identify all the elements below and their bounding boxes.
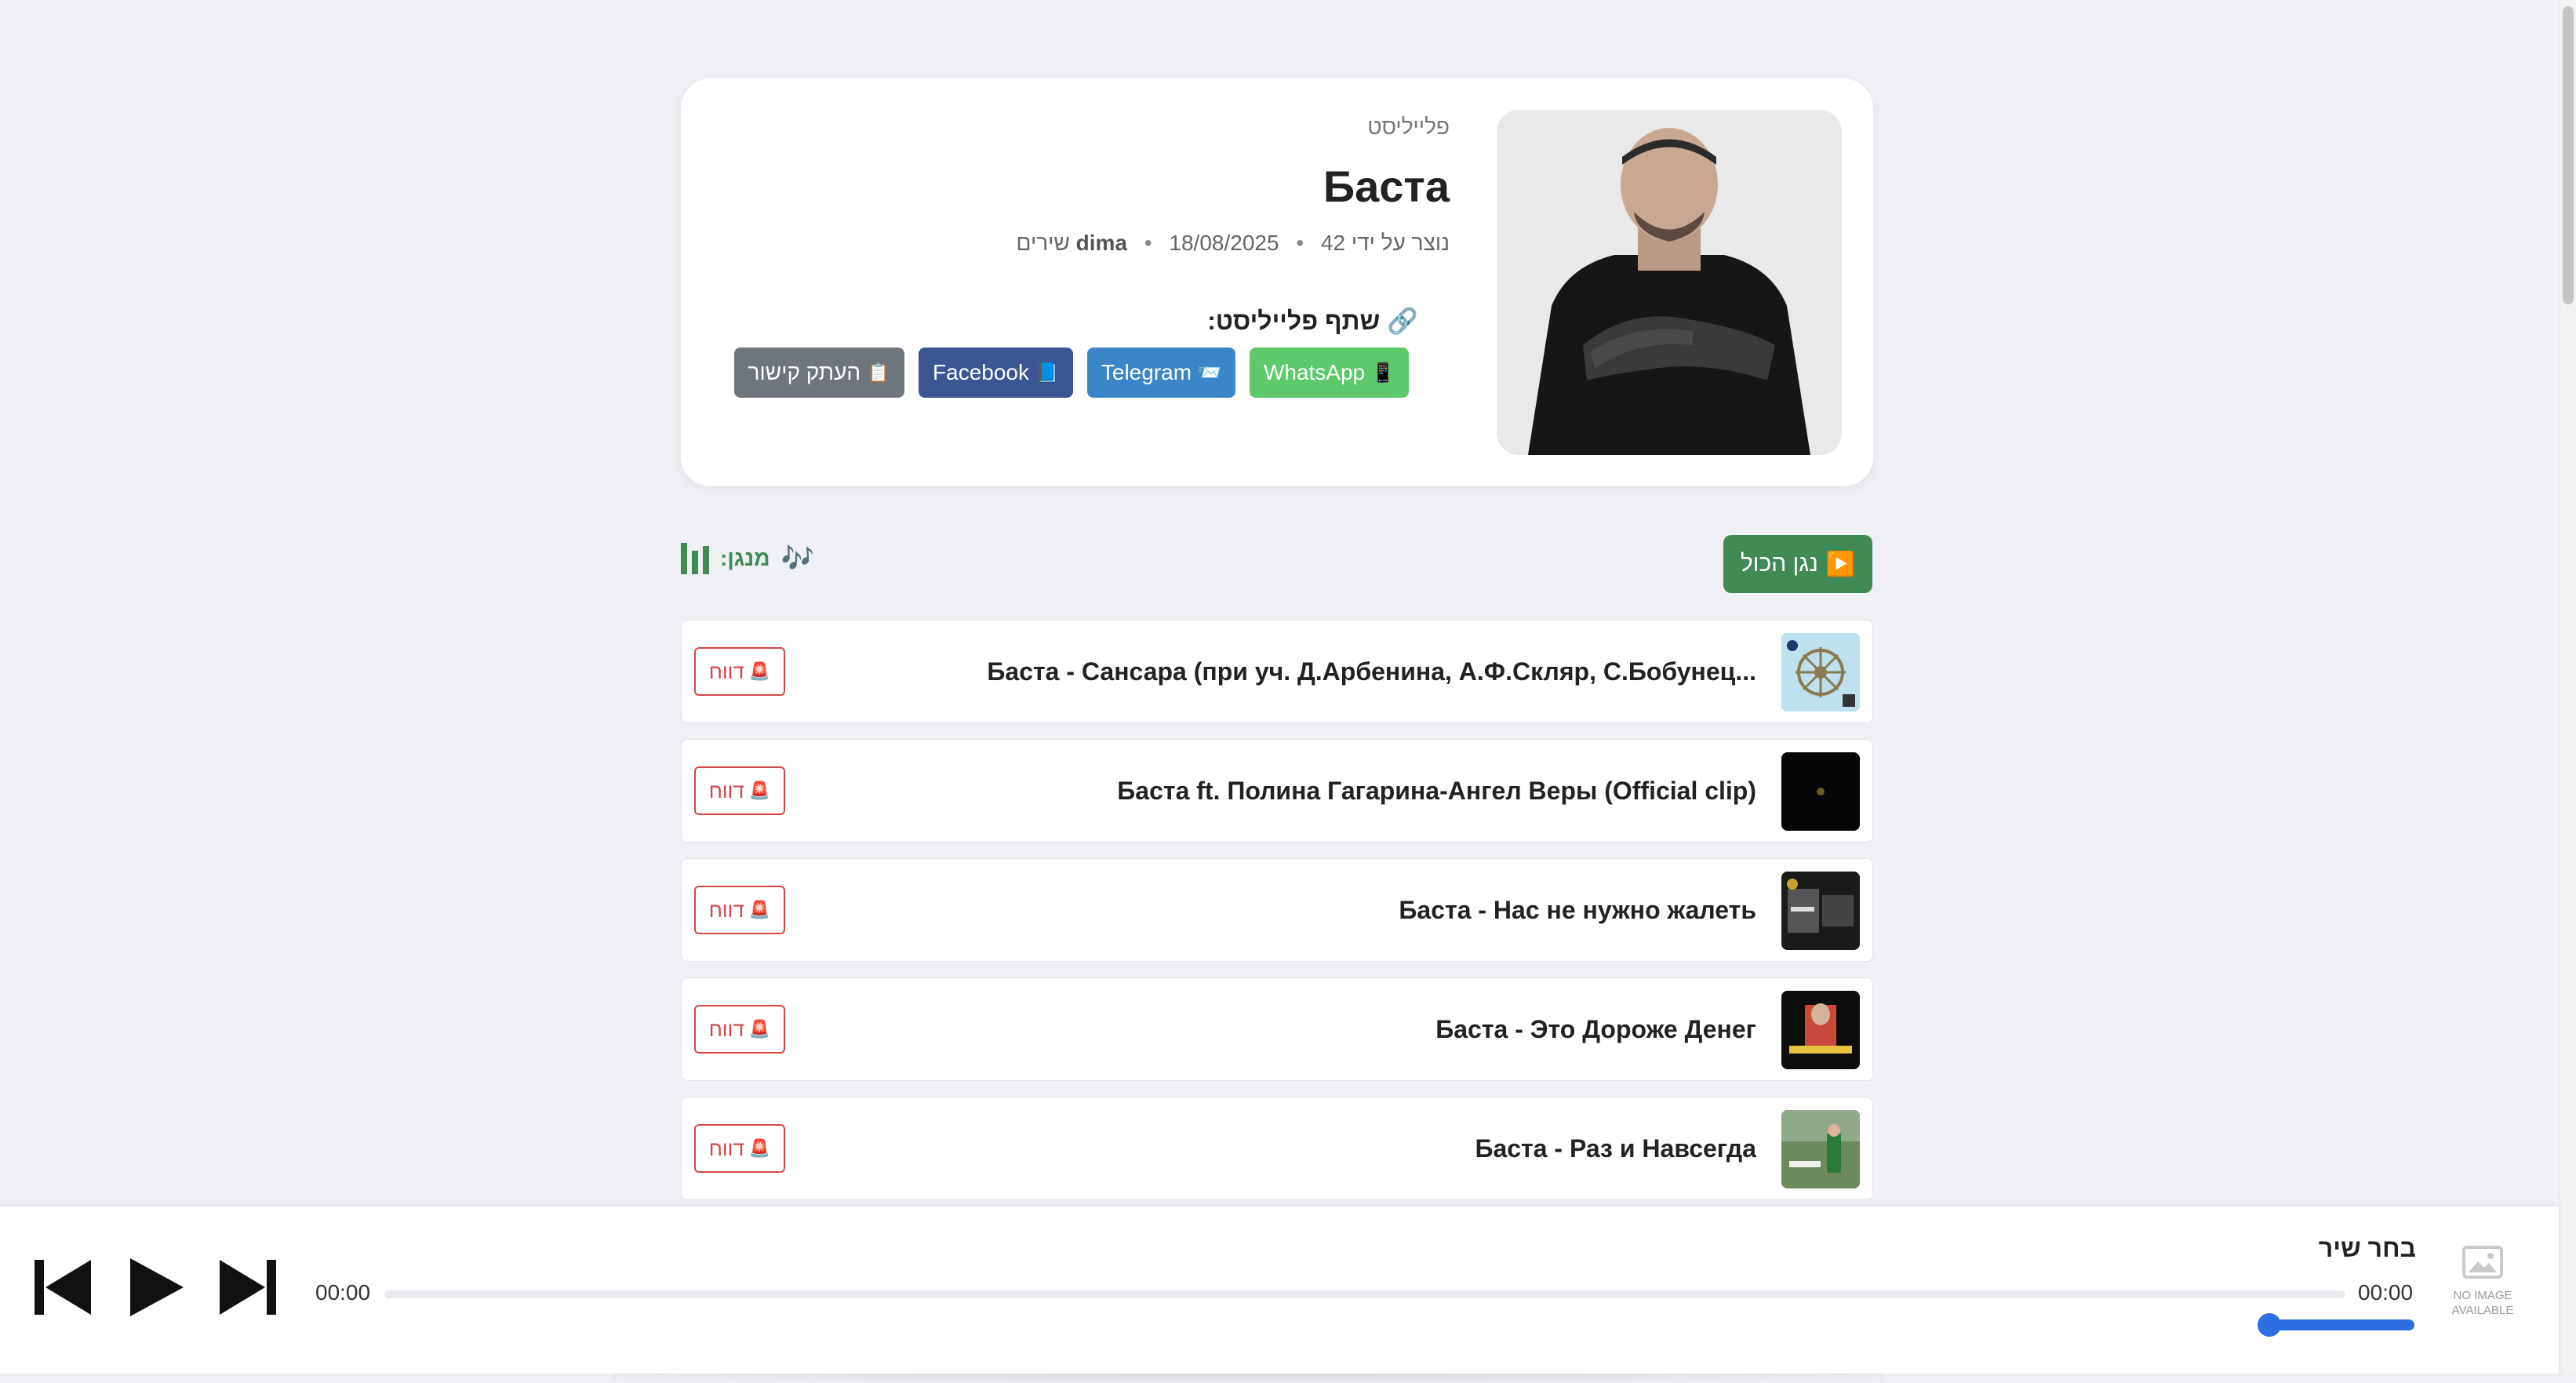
track-thumbnail — [1781, 752, 1860, 831]
artist-photo — [1497, 110, 1842, 455]
meta-separator: • — [1296, 231, 1304, 255]
share-facebook-label: Facebook — [933, 360, 1029, 384]
playlist-header-card: פלייליסט Баста נוצר על ידי dima • 18/08/… — [681, 78, 1873, 486]
thumbnail-image — [1781, 872, 1860, 950]
volume-slider-handle[interactable] — [2258, 1313, 2281, 1337]
phone-icon: 📱 — [1371, 362, 1395, 384]
current-song-title: בחר שיר — [2318, 1234, 2416, 1262]
current-time: 00:00 — [315, 1280, 371, 1305]
progress-bar[interactable] — [384, 1290, 2345, 1298]
track-title[interactable]: Баста - Раз и Навсегда — [909, 1097, 1756, 1199]
report-button[interactable]: 🚨 דווח — [694, 1005, 785, 1054]
playlist-title: Баста — [1323, 162, 1450, 211]
share-whatsapp-button[interactable]: 📱 WhatsApp — [1249, 348, 1409, 398]
thumbnail-image — [1781, 752, 1860, 831]
play-button-icon[interactable] — [119, 1252, 190, 1323]
play-all-button[interactable]: ▶️ נגן הכול — [1723, 535, 1872, 593]
report-label: דווח — [708, 1136, 744, 1160]
created-by-label: נוצר על ידי — [1351, 231, 1450, 255]
meta-separator: • — [1144, 231, 1152, 255]
track-thumbnail — [1781, 991, 1860, 1069]
no-image-line-1: NO IMAGE — [2453, 1289, 2512, 1302]
volume-slider[interactable] — [2265, 1319, 2414, 1330]
track-thumbnail — [1781, 1110, 1860, 1188]
track-row[interactable]: Баста ft. Полина Гагарина-Ангел Веры (Of… — [681, 739, 1873, 843]
thumbnail-image — [1781, 991, 1860, 1069]
track-title[interactable]: Баста - Сансара (при уч. Д.Арбенина, А.Ф… — [909, 621, 1756, 722]
track-row[interactable]: Баста - Раз и Навсегда 🚨 דווח — [681, 1097, 1873, 1200]
playlist-meta: נוצר על ידי dima • 18/08/2025 • 42 שירים — [744, 231, 1450, 256]
share-buttons: 📱 WhatsApp 📨 Telegram 📘 Facebook 📋 העתק … — [733, 348, 1409, 398]
report-label: דווח — [708, 778, 744, 803]
siren-icon: 🚨 — [748, 900, 771, 919]
report-button[interactable]: 🚨 דווח — [694, 1124, 785, 1173]
playlist-info: פלייליסט Баста נוצר על ידי dima • 18/08/… — [744, 115, 1450, 256]
music-notes-icon: 🎶 — [780, 544, 814, 573]
report-label: דווח — [708, 1017, 744, 1041]
playlist-type-label: פלייליסט — [1367, 115, 1450, 139]
copy-link-label: העתק קישור — [748, 360, 861, 384]
no-image-text: NO IMAGE AVAILABLE — [2432, 1288, 2534, 1318]
siren-icon: 🚨 — [748, 781, 771, 800]
share-telegram-button[interactable]: 📨 Telegram — [1086, 348, 1235, 398]
previous-track-icon[interactable] — [27, 1252, 97, 1323]
report-label: דווח — [708, 659, 744, 683]
copy-link-button[interactable]: 📋 העתק קישור — [733, 348, 905, 398]
clipboard-icon: 📋 — [867, 362, 891, 384]
track-title[interactable]: Баста - Нас не нужно жалеть — [909, 859, 1756, 961]
thumbnail-image — [1781, 633, 1860, 712]
creator-name: dima — [1075, 231, 1128, 255]
thumbnail-image — [1781, 1110, 1860, 1188]
created-date: 18/08/2025 — [1169, 231, 1279, 255]
duration-time: 00:00 — [2358, 1280, 2414, 1305]
report-button[interactable]: 🚨 דווח — [694, 886, 785, 934]
now-playing-label: מנגן: — [720, 546, 770, 570]
audio-player-bar — [0, 1206, 2559, 1374]
track-thumbnail — [1781, 633, 1860, 712]
siren-icon: 🚨 — [748, 1019, 771, 1039]
report-button[interactable]: 🚨 דווח — [694, 766, 785, 815]
track-row[interactable]: Баста - Нас не нужно жалеть 🚨 דווח — [681, 858, 1873, 962]
track-title[interactable]: Баста ft. Полина Гагарина-Ангел Веры (Of… — [909, 740, 1756, 842]
book-icon: 📘 — [1035, 362, 1059, 384]
share-telegram-label: Telegram — [1101, 360, 1192, 384]
next-track-icon[interactable] — [213, 1252, 284, 1323]
report-label: דווח — [708, 897, 744, 922]
now-playing-indicator: מנגן: 🎶 — [681, 541, 814, 576]
equalizer-icon — [681, 543, 709, 574]
track-thumbnail — [1781, 872, 1860, 950]
share-whatsapp-label: WhatsApp — [1263, 360, 1366, 384]
track-row[interactable]: Баста - Сансара (при уч. Д.Арбенина, А.Ф… — [681, 620, 1873, 723]
share-facebook-button[interactable]: 📘 Facebook — [919, 348, 1073, 398]
page-scrollbar[interactable] — [2560, 0, 2576, 1373]
image-placeholder-icon — [2462, 1246, 2503, 1279]
envelope-icon: 📨 — [1198, 362, 1221, 384]
report-button[interactable]: 🚨 דווח — [694, 647, 785, 696]
track-title[interactable]: Баста - Это Дороже Денег — [909, 978, 1756, 1080]
share-playlist-label: 🔗 שתף פלייליסט: — [1207, 307, 1418, 335]
play-icon: ▶️ — [1825, 551, 1856, 577]
play-all-label: נגן הכול — [1740, 551, 1818, 577]
no-image-line-2: AVAILABLE — [2451, 1304, 2514, 1317]
playlist-cover-image — [1497, 110, 1842, 455]
track-row[interactable]: Баста - Это Дороже Денег 🚨 דווח — [681, 977, 1873, 1081]
siren-icon: 🚨 — [748, 1138, 771, 1158]
player-artwork-placeholder: NO IMAGE AVAILABLE — [2432, 1246, 2534, 1332]
scrollbar-thumb[interactable] — [2563, 6, 2574, 304]
siren-icon: 🚨 — [748, 661, 771, 681]
